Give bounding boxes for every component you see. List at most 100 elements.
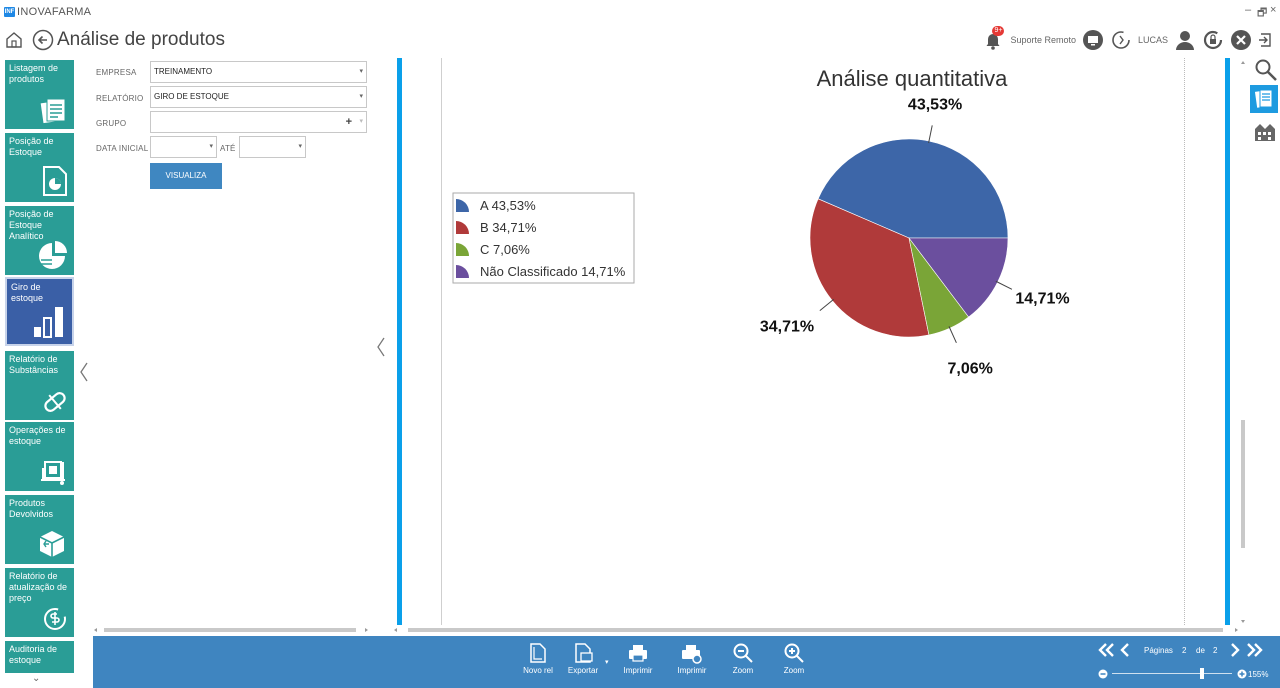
pie-data-label: 34,71% [760,318,814,335]
empresa-select[interactable]: TREINAMENTO ▾ [150,61,367,83]
visualiza-button[interactable]: VISUALIZA [150,163,222,189]
logout-icon[interactable] [1258,29,1274,51]
zoom-out-icon [733,643,753,663]
empresa-label: EMPRESA [96,68,137,77]
imprimir-config-button[interactable]: Imprimir [668,642,716,686]
exportar-button[interactable]: Exportar [559,642,607,686]
first-page-icon[interactable] [1098,642,1134,658]
nav-item-posicao-estoque[interactable]: Posição de Estoque [5,133,74,202]
restore-button[interactable]: 🗗 [1257,4,1267,23]
zoom-slider-track[interactable] [1112,673,1232,674]
report-border-right [1225,58,1230,625]
nav-item-auditoria-estoque[interactable]: Auditoria de estoque [5,641,74,673]
legend-entry-label: C 7,06% [480,242,530,257]
nav-item-label: Posição de Estoque Analítico [9,209,54,241]
nav-item-label: Relatório de Substâncias [9,354,59,375]
price-update-icon [44,608,66,630]
dropdown-arrow-icon: ▾ [359,93,363,100]
nav-more-chevron-icon[interactable]: ⌄ [32,673,40,684]
home-icon[interactable] [5,31,23,49]
pie-data-label: 14,71% [1015,291,1069,308]
report-pages-icon[interactable] [1250,85,1278,113]
pie-leader-line [948,326,957,343]
nav-item-produtos-devolvidos[interactable]: Produtos Devolvidos [5,495,74,564]
notifications-button[interactable]: 9+ [982,26,1005,51]
relatorio-label: RELATÓRIO [96,94,144,103]
collapse-nav-chevron-icon[interactable] [78,360,90,384]
stock-operations-icon [41,461,65,485]
zoom-level: 155% [1248,670,1269,679]
current-page: 2 [1182,646,1187,655]
data-final-picker[interactable]: ▾ [239,136,306,158]
nav-item-label: Auditoria de estoque [9,644,58,665]
imprimir-button[interactable]: Imprimir [614,642,662,686]
relatorio-select[interactable]: GIRO DE ESTOQUE ▾ [150,86,367,108]
imprimir-label: Imprimir [623,666,653,675]
product-list-icon [40,98,66,124]
legend-entry-label: A 43,53% [480,198,536,213]
pager: Páginas 2 de 2 155% [1094,640,1274,684]
report-vertical-scrollbar[interactable] [1238,58,1248,628]
pie-leader-line [928,125,933,144]
stock-position-icon [43,166,67,196]
nav-item-listagem-produtos[interactable]: Listagem de produtos [5,60,74,129]
monitor-icon[interactable] [1082,29,1104,51]
grupo-select[interactable]: + ▾ [150,111,367,133]
zoom-minus-icon[interactable] [1098,669,1108,679]
zoom-in-icon [784,643,804,663]
stores-icon[interactable] [1254,120,1276,142]
nav-item-label: Operações de estoque [9,425,66,446]
zoom-out-label: Zoom [732,666,754,675]
minimize-button[interactable]: – [1245,4,1251,16]
imprimir-config-label: Imprimir [677,666,707,675]
report-toolbar: Novo rel Exportar ▾ Imprimir Imprimir Zo… [93,636,1280,688]
zoom-slider-thumb[interactable] [1200,668,1204,679]
app-title-bar: INF INOVAFARMA – 🗗 × [0,0,1280,24]
add-group-icon[interactable]: + [346,112,352,132]
user-icon[interactable] [1174,29,1196,51]
export-icon [575,643,593,663]
close-window-button[interactable]: × [1270,4,1276,16]
side-navigation: Listagem de produtos Posição de Estoque … [0,58,78,688]
user-name: LUCAS [1137,35,1168,45]
zoom-out-button[interactable]: Zoom [719,642,767,686]
nav-item-giro-estoque[interactable]: Giro de estoque [5,277,74,346]
export-dropdown-icon[interactable]: ▾ [605,658,609,666]
total-pages: 2 [1213,646,1218,655]
pie-analysis-icon [39,241,67,269]
bar-chart-icon [34,307,63,338]
sync-icon[interactable] [1110,29,1132,51]
pie-leader-line [819,298,835,312]
header-actions: 9+ Suporte Remoto LUCAS [982,26,1274,52]
close-session-icon[interactable] [1230,29,1252,51]
search-icon[interactable] [1254,58,1278,82]
pie-slices [809,138,1009,338]
quantitative-pie-chart: Análise quantitativa 43,53% 34,71% 7,06% 14… [452,66,1070,378]
nav-item-label: Relatório de atualização de preço [9,571,68,603]
page-title: Análise de produtos [57,29,225,50]
legend-entry-label: Não Classificado 14,71% [480,264,626,279]
collapse-form-chevron-icon[interactable] [374,335,388,359]
data-inicial-picker[interactable]: ▾ [150,136,217,158]
zoom-plus-icon[interactable] [1237,669,1247,679]
remote-support-label[interactable]: Suporte Remoto [1010,35,1076,45]
last-page-icon[interactable] [1228,642,1268,658]
empresa-value: TREINAMENTO [154,67,213,76]
nav-item-operacoes-estoque[interactable]: Operações de estoque [5,422,74,491]
report-horizontal-scrollbar[interactable] [392,626,1242,634]
nav-item-relatorio-substancias[interactable]: Relatório de Substâncias [5,351,74,420]
report-page-margin-right [1184,58,1185,625]
nav-item-label: Giro de estoque [11,282,44,303]
dropdown-arrow-icon: ▾ [298,143,302,150]
nav-item-relatorio-atualizacao-preco[interactable]: Relatório de atualização de preço [5,568,74,637]
pages-label: Páginas [1144,646,1173,655]
novo-rel-button[interactable]: Novo rel [514,642,562,686]
lock-refresh-icon[interactable] [1202,29,1224,51]
novo-rel-label: Novo rel [523,666,553,675]
ate-label: ATÉ [220,144,236,153]
back-arrow-icon[interactable] [32,29,54,51]
pie-data-label: 7,06% [947,361,992,378]
form-horizontal-scrollbar[interactable] [92,626,370,634]
zoom-in-button[interactable]: Zoom [770,642,818,686]
nav-item-posicao-estoque-analitico[interactable]: Posição de Estoque Analítico [5,206,74,275]
